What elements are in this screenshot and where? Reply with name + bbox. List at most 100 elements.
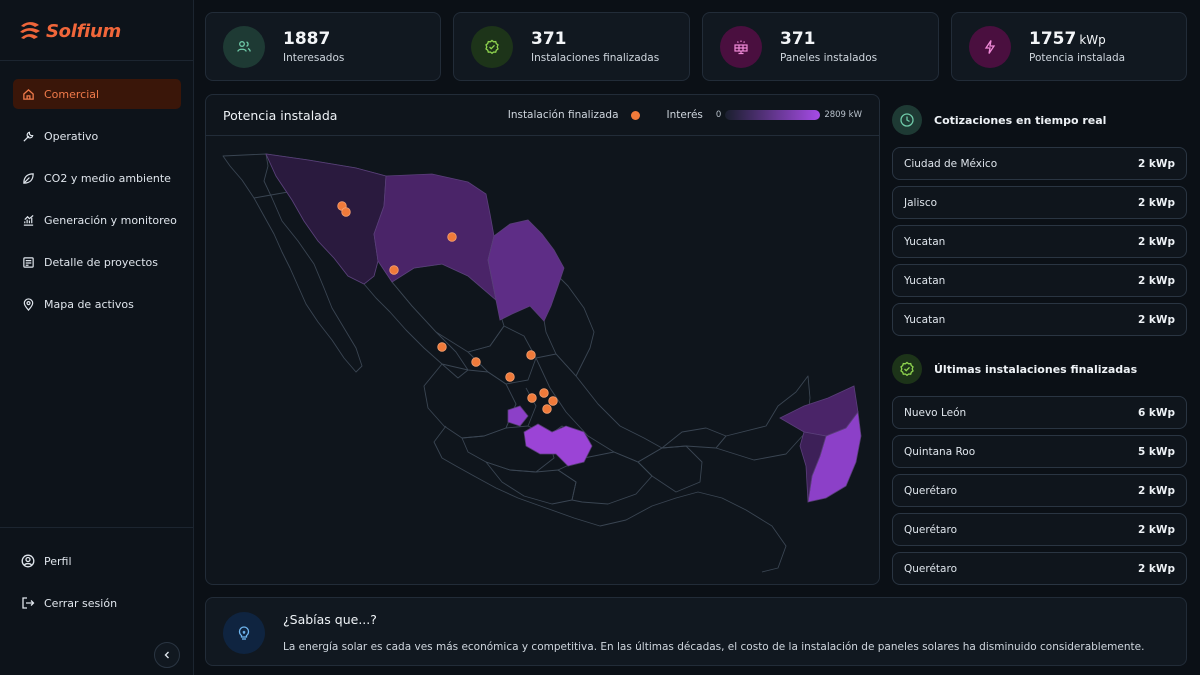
kpi-label: Instalaciones finalizadas [531, 52, 660, 64]
tip-title: ¿Sabías que...? [283, 612, 377, 627]
kpi-icon-circle [471, 25, 513, 68]
legend-scale-max: 2809 kW [824, 110, 862, 120]
chart-icon [21, 213, 35, 227]
legend-installed-label: Instalación finalizada [507, 109, 619, 121]
wrench-icon [21, 129, 35, 143]
latest-header: Últimas instalaciones finalizadas [892, 354, 1137, 384]
sidebar-item-perfil[interactable]: Perfil [13, 546, 181, 576]
map-header: Potencia instalada Instalación finalizad… [206, 95, 879, 136]
map-legend: Instalación finalizada Interés 0 2809 kW [508, 109, 862, 121]
map-state-guanajuato-fill [523, 423, 593, 467]
legend-installed-dot [630, 110, 640, 120]
kpi-card-instalaciones: 371 Instalaciones finalizadas [453, 12, 690, 81]
collapse-sidebar-button[interactable] [154, 642, 180, 668]
kpi-value: 371 [531, 29, 567, 49]
latest-list: Nuevo León 6 kWp Quintana Roo 5 kWp Querét… [892, 396, 1187, 591]
list-item[interactable]: Querétaro 2 kWp [892, 552, 1187, 585]
list-item[interactable]: Querétaro 2 kWp [892, 474, 1187, 507]
kpi-card-paneles: 371 Paneles instalados [702, 12, 939, 81]
document-icon [21, 255, 35, 269]
map-state-coahuila-fill [487, 219, 565, 322]
sidebar-item-detalle[interactable]: Detalle de proyectos [13, 247, 181, 277]
leaf-icon [21, 171, 35, 185]
installation-marker [527, 393, 537, 403]
kpi-icon-circle [720, 25, 762, 68]
check-badge-icon [485, 39, 499, 54]
sidebar-item-operativo[interactable]: Operativo [13, 121, 181, 151]
installation-marker [389, 265, 399, 275]
map-pin-icon [21, 297, 35, 311]
clock-icon [900, 113, 914, 127]
installation-marker [341, 207, 351, 217]
map-state-chihuahua-fill [373, 173, 497, 302]
installation-marker [548, 396, 558, 406]
sidebar-item-label: CO2 y medio ambiente [44, 171, 171, 185]
sidebar-item-label: Generación y monitoreo [44, 213, 177, 227]
kpi-label: Interesados [283, 52, 345, 64]
sidebar-item-comercial[interactable]: Comercial [13, 79, 181, 109]
realtime-header: Cotizaciones en tiempo real [892, 105, 1106, 135]
realtime-list: Ciudad de México 2 kWp Jalisco 2 kWp Yucat… [892, 147, 1187, 342]
list-item[interactable]: Yucatan 2 kWp [892, 264, 1187, 297]
sidebar-nav: Comercial Operativo CO2 y medio ambiente… [13, 79, 181, 331]
sidebar-item-label: Operativo [44, 129, 99, 143]
legend-gradient-bar [725, 110, 821, 120]
logout-icon [21, 596, 35, 610]
sidebar-item-label: Cerrar sesión [44, 596, 118, 610]
lightbulb-icon [238, 626, 250, 640]
kpi-value: 1887 [283, 29, 331, 49]
sidebar: Solfium Comercial Operativo CO2 y medio … [0, 0, 194, 675]
map-panel: Potencia instalada Instalación finalizad… [205, 94, 880, 585]
section-icon-circle [892, 105, 922, 135]
sidebar-item-label: Detalle de proyectos [44, 255, 159, 269]
legend-interest-label: Interés [666, 109, 703, 121]
section-title: Cotizaciones en tiempo real [934, 113, 1107, 127]
map-state-sonora-fill [265, 153, 387, 285]
list-item[interactable]: Nuevo León 6 kWp [892, 396, 1187, 429]
section-icon-circle [892, 354, 922, 384]
list-item[interactable]: Yucatan 2 kWp [892, 225, 1187, 258]
sidebar-item-generacion[interactable]: Generación y monitoreo [13, 205, 181, 235]
installation-marker [526, 350, 536, 360]
list-item[interactable]: Querétaro 2 kWp [892, 513, 1187, 546]
map-title: Potencia instalada [223, 107, 338, 123]
check-badge-icon [900, 361, 914, 377]
divider [0, 60, 194, 61]
kpi-label: Potencia instalada [1029, 52, 1126, 64]
map-state-zacatecas [467, 325, 537, 385]
map-state-tabasco [661, 427, 727, 449]
installation-marker [539, 388, 549, 398]
installation-marker [505, 372, 515, 382]
installation-marker [447, 232, 457, 242]
divider [0, 527, 194, 528]
map-state-border [253, 191, 289, 199]
list-item[interactable]: Jalisco 2 kWp [892, 186, 1187, 219]
user-icon [21, 554, 35, 568]
sidebar-item-label: Perfil [44, 554, 72, 568]
kpi-label: Paneles instalados [780, 52, 878, 64]
list-item[interactable]: Ciudad de México 2 kWp [892, 147, 1187, 180]
installation-marker [471, 357, 481, 367]
sidebar-item-logout[interactable]: Cerrar sesión [13, 588, 181, 618]
sidebar-bottom-nav: Perfil Cerrar sesión [13, 546, 181, 630]
sidebar-item-label: Mapa de activos [44, 297, 134, 311]
sidebar-item-co2[interactable]: CO2 y medio ambiente [13, 163, 181, 193]
kpi-icon-circle [223, 25, 265, 68]
map-state-sinaloa [363, 260, 469, 379]
map-coastline [433, 425, 787, 573]
bolt-icon [984, 39, 996, 54]
home-icon [21, 87, 35, 101]
sidebar-item-label: Comercial [44, 87, 100, 101]
kpi-card-potencia: 1757 kWp Potencia instalada [951, 12, 1187, 81]
kpi-value: 1757 kWp [1029, 29, 1106, 49]
mexico-map[interactable] [206, 136, 880, 585]
brand-name: Solfium [46, 20, 121, 42]
kpi-unit: kWp [1079, 33, 1106, 47]
brand-logo[interactable]: Solfium [18, 18, 121, 44]
sidebar-item-mapa[interactable]: Mapa de activos [13, 289, 181, 319]
kpi-icon-circle [969, 25, 1011, 68]
map-state-jalisco [423, 363, 517, 439]
list-item[interactable]: Quintana Roo 5 kWp [892, 435, 1187, 468]
list-item[interactable]: Yucatan 2 kWp [892, 303, 1187, 336]
solar-panel-icon [734, 40, 748, 54]
